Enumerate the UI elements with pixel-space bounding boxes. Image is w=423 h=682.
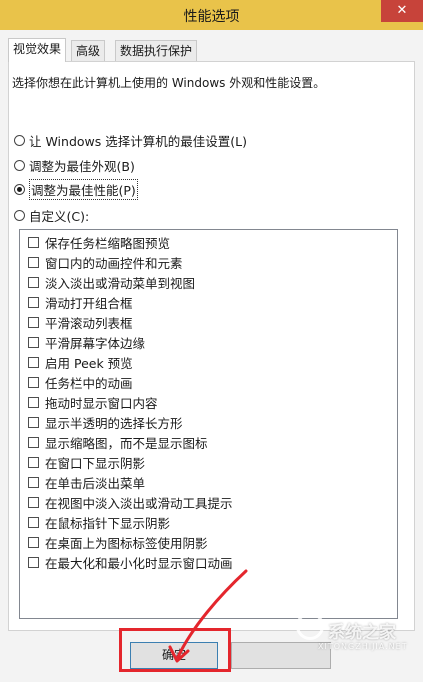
list-item[interactable]: 平滑屏幕字体边缘 (28, 333, 145, 351)
watermark-subtext: XITONGZHIJIA.NET (318, 642, 408, 651)
checkbox[interactable] (28, 496, 39, 508)
radio-label: 让 Windows 选择计算机的最佳设置(L) (29, 133, 247, 149)
checkbox[interactable] (28, 516, 39, 528)
close-button[interactable]: ✕ (381, 0, 423, 22)
checkbox[interactable] (28, 456, 39, 468)
list-item[interactable]: 启用 Peek 预览 (28, 353, 133, 371)
checkbox-label: 启用 Peek 预览 (45, 355, 133, 371)
list-item[interactable]: 显示半透明的选择长方形 (28, 413, 183, 431)
radio-button[interactable] (14, 209, 25, 221)
checkbox[interactable] (28, 436, 39, 448)
radio-label: 调整为最佳外观(B) (29, 158, 135, 174)
list-item[interactable]: 拖动时显示窗口内容 (28, 393, 158, 411)
checkbox[interactable] (28, 336, 39, 348)
checkbox-label: 平滑滚动列表框 (45, 315, 133, 331)
list-item[interactable]: 窗口内的动画控件和元素 (28, 253, 183, 271)
checkbox-label: 拖动时显示窗口内容 (45, 395, 158, 411)
list-item[interactable]: 在单击后淡出菜单 (28, 473, 145, 491)
list-item[interactable]: 保存任务栏缩略图预览 (28, 233, 170, 251)
checkbox-label: 平滑屏幕字体边缘 (45, 335, 146, 351)
radio-best-performance[interactable]: 调整为最佳性能(P) (14, 178, 138, 200)
checkbox[interactable] (28, 256, 39, 268)
checkbox-label: 在桌面上为图标标签使用阴影 (45, 535, 208, 551)
list-item[interactable]: 滑动打开组合框 (28, 293, 133, 311)
tab-advanced[interactable]: 高级 (71, 40, 106, 61)
checkbox[interactable] (28, 276, 39, 288)
checkbox-label: 淡入淡出或滑动菜单到视图 (45, 275, 196, 291)
tab-visual-effects[interactable]: 视觉效果 (8, 38, 67, 62)
list-item[interactable]: 平滑滚动列表框 (28, 313, 133, 331)
checkbox-label: 在窗口下显示阴影 (45, 455, 146, 471)
list-item[interactable]: 在窗口下显示阴影 (28, 453, 145, 471)
radio-button[interactable] (14, 159, 25, 171)
checkbox-label: 保存任务栏缩略图预览 (45, 235, 171, 251)
radio-let-windows-choose[interactable]: 让 Windows 选择计算机的最佳设置(L) (14, 131, 247, 149)
checkbox-label: 在单击后淡出菜单 (45, 475, 146, 491)
checkbox[interactable] (28, 416, 39, 428)
title-bar: 性能选项 ✕ (0, 0, 423, 30)
list-item[interactable]: 在桌面上为图标标签使用阴影 (28, 533, 208, 551)
checkbox-label: 任务栏中的动画 (45, 375, 133, 391)
checkbox-label: 显示缩略图，而不是显示图标 (45, 435, 208, 451)
checkbox-label: 滑动打开组合框 (45, 295, 133, 311)
window-title: 性能选项 (183, 9, 240, 25)
list-item[interactable]: 任务栏中的动画 (28, 373, 133, 391)
ok-button[interactable]: 确定 (130, 642, 218, 669)
checkbox[interactable] (28, 556, 39, 568)
watermark-text: 系统之家 (328, 623, 396, 643)
tab-data-execution-prevention[interactable]: 数据执行保护 (115, 40, 198, 61)
checkbox[interactable] (28, 476, 39, 488)
watermark-logo-icon (296, 612, 324, 640)
list-item[interactable]: 在最大化和最小化时显示窗口动画 (28, 553, 233, 571)
radio-best-appearance[interactable]: 调整为最佳外观(B) (14, 156, 135, 174)
checkbox[interactable] (28, 376, 39, 388)
cancel-button[interactable] (231, 642, 331, 669)
checkbox[interactable] (28, 396, 39, 408)
checkbox-label: 窗口内的动画控件和元素 (45, 255, 183, 271)
list-item[interactable]: 显示缩略图，而不是显示图标 (28, 433, 208, 451)
radio-custom[interactable]: 自定义(C): (14, 206, 89, 224)
checkbox[interactable] (28, 316, 39, 328)
dialog-client-area: 视觉效果 高级 数据执行保护 选择你想在此计算机上使用的 Windows 外观和… (0, 30, 423, 682)
radio-button[interactable] (14, 134, 25, 146)
checkbox[interactable] (28, 356, 39, 368)
checkbox-label: 在鼠标指针下显示阴影 (45, 515, 171, 531)
checkbox-label: 显示半透明的选择长方形 (45, 415, 183, 431)
checkbox-label: 在视图中淡入淡出或滑动工具提示 (45, 495, 233, 511)
list-item[interactable]: 在鼠标指针下显示阴影 (28, 513, 170, 531)
visual-effects-list[interactable]: 保存任务栏缩略图预览 窗口内的动画控件和元素 淡入淡出或滑动菜单到视图 滑动打开… (19, 229, 398, 619)
list-item[interactable]: 在视图中淡入淡出或滑动工具提示 (28, 493, 233, 511)
settings-description: 选择你想在此计算机上使用的 Windows 外观和性能设置。 (12, 76, 326, 90)
checkbox-label: 在最大化和最小化时显示窗口动画 (45, 555, 233, 571)
radio-label: 调整为最佳性能(P) (29, 178, 138, 200)
checkbox[interactable] (28, 536, 39, 548)
radio-label: 自定义(C): (29, 208, 90, 224)
list-item[interactable]: 淡入淡出或滑动菜单到视图 (28, 273, 195, 291)
radio-button-selected[interactable] (14, 183, 25, 195)
checkbox[interactable] (28, 296, 39, 308)
checkbox[interactable] (28, 236, 39, 248)
